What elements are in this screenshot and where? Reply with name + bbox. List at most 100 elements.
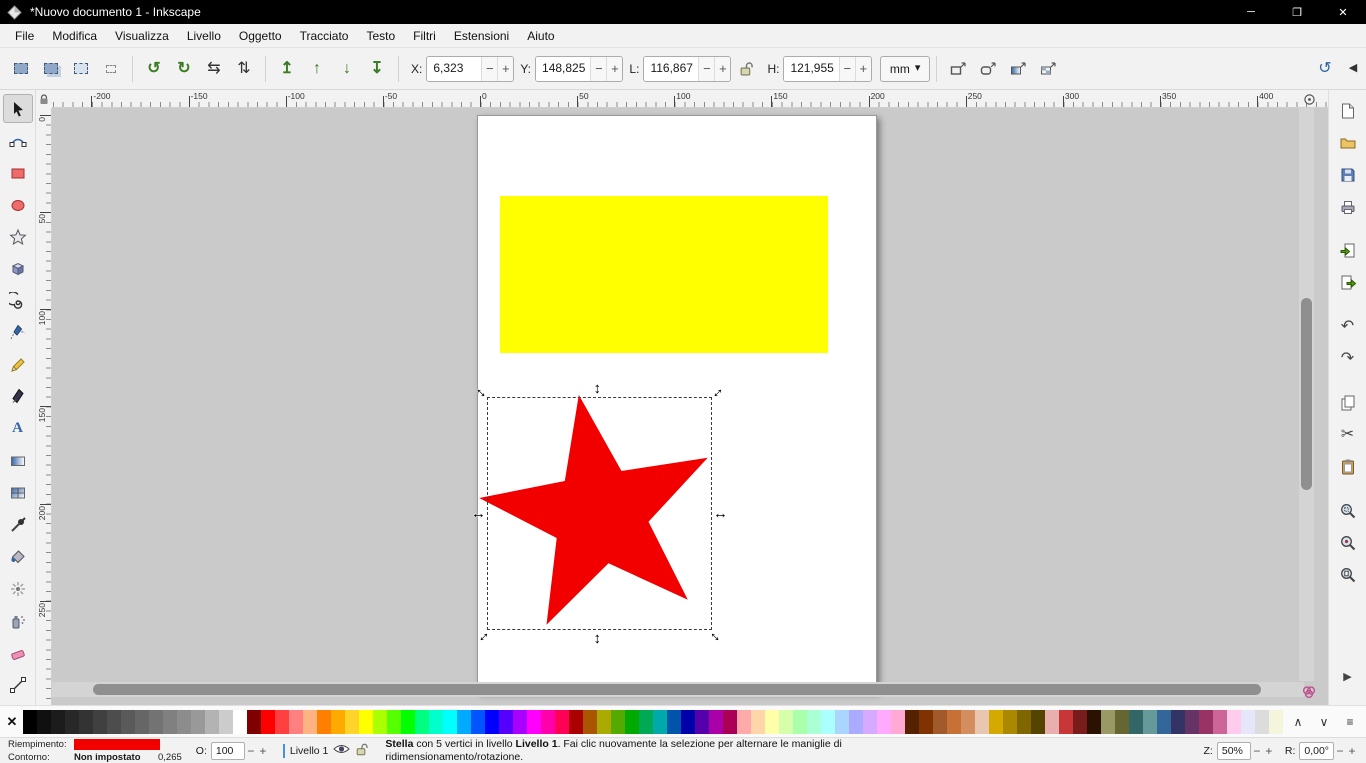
opacity-decrement-button[interactable]: −: [245, 744, 257, 758]
rotation-field[interactable]: 0,00°: [1299, 742, 1334, 760]
remove-color-button[interactable]: ✕: [3, 710, 21, 734]
lock-aspect-ratio-toggle[interactable]: [731, 54, 761, 84]
palette-swatch[interactable]: [331, 710, 345, 734]
palette-swatch[interactable]: [289, 710, 303, 734]
palette-swatch[interactable]: [317, 710, 331, 734]
palette-swatch[interactable]: [1199, 710, 1213, 734]
palette-swatch[interactable]: [233, 710, 247, 734]
palette-swatch[interactable]: [933, 710, 947, 734]
palette-swatch[interactable]: [415, 710, 429, 734]
palette-swatch[interactable]: [219, 710, 233, 734]
flip-vertical-button[interactable]: ⇅: [229, 54, 259, 84]
tool-3d-box[interactable]: [3, 254, 33, 283]
horizontal-scrollbar[interactable]: [93, 684, 1261, 695]
palette-swatch[interactable]: [891, 710, 905, 734]
palette-swatch[interactable]: [1115, 710, 1129, 734]
palette-swatch[interactable]: [51, 710, 65, 734]
palette-swatch[interactable]: [961, 710, 975, 734]
tool-dropper[interactable]: [3, 510, 33, 539]
palette-swatch[interactable]: [373, 710, 387, 734]
palette-swatch[interactable]: [261, 710, 275, 734]
palette-swatch[interactable]: [23, 710, 37, 734]
zoom-field[interactable]: 50%: [1217, 742, 1251, 760]
zoom-page-button[interactable]: [1333, 560, 1363, 589]
palette-swatch[interactable]: [163, 710, 177, 734]
y-position-field[interactable]: 148,825 − +: [535, 56, 623, 82]
select-all-layers-button[interactable]: [36, 54, 66, 84]
menu-item-testo[interactable]: Testo: [357, 26, 404, 46]
palette-swatch[interactable]: [205, 710, 219, 734]
opacity-field[interactable]: 100: [211, 742, 245, 760]
menu-item-tracciato[interactable]: Tracciato: [291, 26, 358, 46]
palette-swatch[interactable]: [765, 710, 779, 734]
select-all-button[interactable]: [6, 54, 36, 84]
tool-connector[interactable]: [3, 670, 33, 699]
palette-swatch[interactable]: [849, 710, 863, 734]
tool-tweak[interactable]: [3, 574, 33, 603]
palette-scroll-down-button[interactable]: ∨: [1311, 710, 1337, 734]
palette-swatch[interactable]: [779, 710, 793, 734]
zoom-decrement-button[interactable]: −: [1251, 744, 1263, 758]
palette-swatch[interactable]: [457, 710, 471, 734]
height-decrement-button[interactable]: −: [839, 57, 855, 81]
opacity-increment-button[interactable]: +: [257, 744, 269, 758]
width-field[interactable]: 116,867 − +: [643, 56, 731, 82]
menu-item-filtri[interactable]: Filtri: [404, 26, 445, 46]
raise-to-top-button[interactable]: ↥: [272, 54, 302, 84]
palette-swatch[interactable]: [975, 710, 989, 734]
palette-swatch[interactable]: [1241, 710, 1255, 734]
palette-swatch[interactable]: [107, 710, 121, 734]
fill-stroke-indicator[interactable]: Riempimento: Contorno: Non impostato 0,2…: [8, 738, 182, 763]
selection-touch-toggle[interactable]: [96, 54, 126, 84]
tool-gradient[interactable]: [3, 446, 33, 475]
print-button[interactable]: [1333, 192, 1363, 221]
palette-swatch[interactable]: [611, 710, 625, 734]
vertical-ruler[interactable]: 050100150200250: [36, 108, 52, 705]
horizontal-ruler[interactable]: -200-150-100-50050100150200250300350400: [52, 90, 1328, 108]
palette-swatch[interactable]: [1003, 710, 1017, 734]
palette-swatch[interactable]: [1045, 710, 1059, 734]
tool-eraser[interactable]: [3, 638, 33, 667]
palette-swatch[interactable]: [1143, 710, 1157, 734]
tool-text[interactable]: A: [3, 414, 33, 443]
deselect-button[interactable]: [66, 54, 96, 84]
vertical-scrollbar[interactable]: [1301, 298, 1312, 490]
raise-button[interactable]: ↑: [302, 54, 332, 84]
lock-guides-toggle[interactable]: [36, 90, 52, 108]
maximize-button[interactable]: ❐: [1274, 0, 1320, 24]
palette-swatch[interactable]: [653, 710, 667, 734]
redo-button[interactable]: ↷: [1333, 344, 1363, 373]
palette-swatch[interactable]: [93, 710, 107, 734]
palette-swatch[interactable]: [737, 710, 751, 734]
palette-swatch[interactable]: [597, 710, 611, 734]
import-button[interactable]: [1333, 236, 1363, 265]
palette-swatch[interactable]: [191, 710, 205, 734]
palette-swatch[interactable]: [527, 710, 541, 734]
palette-swatch[interactable]: [471, 710, 485, 734]
scale-handle-w[interactable]: ↔: [471, 506, 486, 521]
palette-swatch[interactable]: [149, 710, 163, 734]
palette-swatch[interactable]: [401, 710, 415, 734]
palette-swatch[interactable]: [135, 710, 149, 734]
palette-swatch[interactable]: [1227, 710, 1241, 734]
scale-handle-e[interactable]: ↔: [713, 506, 728, 521]
zoom-selection-button[interactable]: [1333, 496, 1363, 525]
palette-swatch[interactable]: [429, 710, 443, 734]
y-decrement-button[interactable]: −: [590, 57, 606, 81]
snap-toolbar-toggle[interactable]: ◀: [1340, 54, 1366, 84]
width-decrement-button[interactable]: −: [698, 57, 714, 81]
tool-spray[interactable]: [3, 606, 33, 635]
menu-item-file[interactable]: File: [6, 26, 43, 46]
stroke-value[interactable]: Non impostato: [74, 752, 154, 763]
tool-mesh-gradient[interactable]: [3, 478, 33, 507]
menu-item-oggetto[interactable]: Oggetto: [230, 26, 291, 46]
fill-color-swatch[interactable]: [74, 739, 160, 750]
palette-swatch[interactable]: [695, 710, 709, 734]
palette-swatch[interactable]: [709, 710, 723, 734]
tool-node-editor[interactable]: [3, 126, 33, 155]
palette-swatch[interactable]: [1157, 710, 1171, 734]
palette-swatch[interactable]: [485, 710, 499, 734]
rotation-lock-button[interactable]: [1298, 91, 1320, 107]
palette-swatch[interactable]: [79, 710, 93, 734]
rotate-cw-button[interactable]: ↻: [169, 54, 199, 84]
